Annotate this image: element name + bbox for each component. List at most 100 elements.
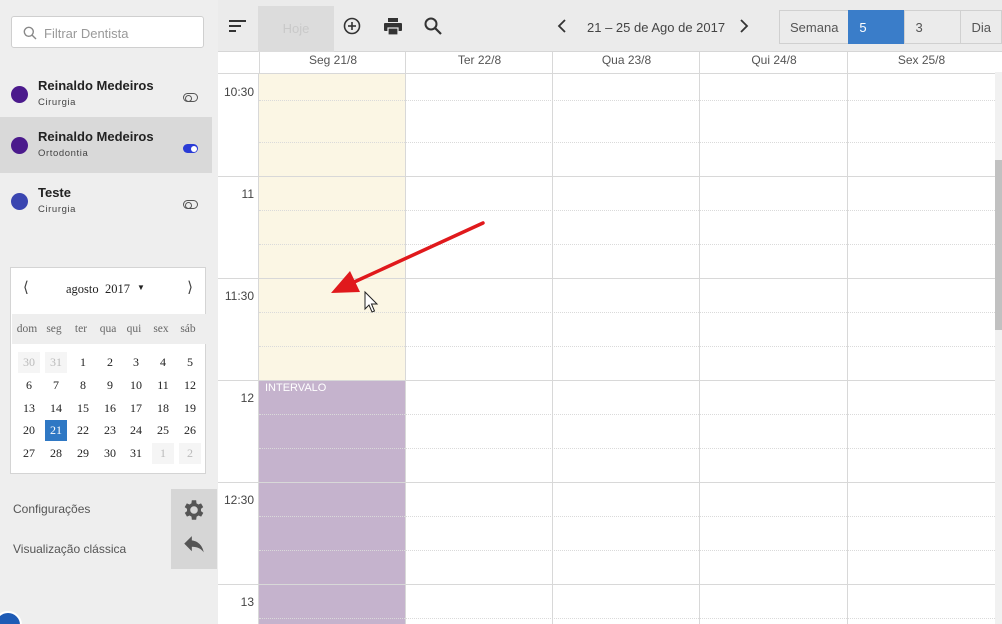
grid-line — [259, 618, 995, 619]
dentist-item[interactable]: Reinaldo Medeiros Cirurgia — [0, 66, 212, 122]
mini-calendar-day[interactable]: 5 — [179, 352, 201, 373]
dentist-specialty: Cirurgia — [38, 204, 77, 215]
mini-calendar-day[interactable]: 2 — [99, 352, 121, 373]
dentist-toggle[interactable] — [183, 93, 198, 102]
add-appointment-button[interactable] — [332, 6, 372, 46]
grid-line — [218, 380, 995, 381]
mini-calendar-day[interactable]: 3 — [125, 352, 147, 373]
today-button[interactable]: Hoje — [258, 6, 334, 52]
mini-calendar-day[interactable]: 28 — [45, 443, 67, 464]
classic-view-link[interactable]: Visualização clássica — [13, 542, 126, 556]
app-window: Reinaldo Medeiros Cirurgia Reinaldo Mede… — [0, 0, 1002, 624]
weekday-label: dom — [16, 323, 38, 335]
mini-calendar-day[interactable]: 2 — [179, 443, 201, 464]
mini-calendar-day[interactable]: 24 — [125, 420, 147, 441]
mini-calendar-day[interactable]: 1 — [152, 443, 174, 464]
mini-calendar-day[interactable]: 10 — [125, 375, 147, 396]
dentist-toggle[interactable] — [183, 200, 198, 209]
print-button[interactable] — [373, 6, 413, 46]
search-button[interactable] — [413, 6, 453, 46]
weekday-label: ter — [74, 323, 88, 335]
mini-calendar-day[interactable]: 21 — [45, 420, 67, 441]
help-badge[interactable] — [0, 611, 22, 624]
mini-calendar-day[interactable]: 30 — [18, 352, 40, 373]
dentist-specialty: Cirurgia — [38, 97, 77, 108]
mini-calendar-month[interactable]: agosto — [66, 282, 99, 297]
grid-line — [259, 516, 995, 517]
dentist-filter-input[interactable] — [44, 22, 194, 44]
day-header[interactable]: Ter 22/8 — [405, 52, 553, 74]
mini-calendar-day[interactable]: 19 — [179, 398, 201, 419]
event-title: INTERVALO — [265, 382, 327, 394]
mini-calendar-day[interactable]: 31 — [125, 443, 147, 464]
day-header[interactable]: Seg 21/8 — [259, 52, 406, 74]
column-divider — [699, 74, 700, 624]
view-3days-button[interactable]: 3 Dias — [904, 10, 962, 69]
search-box[interactable] — [11, 16, 204, 48]
mini-calendar-day[interactable]: 22 — [72, 420, 94, 441]
weekday-label: qui — [126, 323, 142, 335]
dentist-item[interactable]: Teste Cirurgia — [0, 173, 212, 229]
caret-down-icon[interactable]: ▼ — [137, 283, 145, 292]
mini-calendar-day[interactable]: 15 — [72, 398, 94, 419]
day-header[interactable]: Qui 24/8 — [699, 52, 848, 74]
calendar-event[interactable]: INTERVALO — [259, 380, 406, 624]
chevron-left-icon[interactable]: ⟨ — [23, 278, 29, 297]
chevron-right-icon[interactable] — [734, 14, 754, 38]
mini-calendar-day[interactable]: 18 — [152, 398, 174, 419]
grid-line — [259, 550, 995, 551]
view-week-button[interactable]: Semana — [779, 10, 850, 44]
mini-calendar-day[interactable]: 6 — [18, 375, 40, 396]
mini-calendar-day[interactable]: 1 — [72, 352, 94, 373]
time-label: 11 — [241, 187, 254, 201]
date-range-label: 21 – 25 de Ago de 2017 — [587, 20, 726, 35]
day-header[interactable]: Sex 25/8 — [847, 52, 995, 74]
time-label: 11:30 — [224, 289, 254, 303]
weekday-label: sáb — [180, 323, 196, 335]
mini-calendar-day[interactable]: 25 — [152, 420, 174, 441]
mini-calendar-day[interactable]: 7 — [45, 375, 67, 396]
mini-calendar-day[interactable]: 13 — [18, 398, 40, 419]
mini-calendar-day[interactable]: 11 — [152, 375, 174, 396]
undo-icon[interactable] — [181, 535, 207, 561]
mini-calendar-day[interactable]: 17 — [125, 398, 147, 419]
time-label: 10:30 — [223, 85, 254, 99]
grid-line — [218, 584, 995, 585]
mini-calendar-day[interactable]: 14 — [45, 398, 67, 419]
mini-calendar-day[interactable]: 4 — [152, 352, 174, 373]
menu-button[interactable] — [218, 6, 258, 46]
column-divider — [405, 74, 406, 624]
scrollbar-thumb[interactable] — [995, 160, 1002, 330]
mini-calendar-day[interactable]: 12 — [179, 375, 201, 396]
view-switcher: Semana 5 Dias 3 Dias Dia — [779, 10, 1002, 69]
dentist-toggle[interactable] — [183, 144, 198, 153]
mini-calendar-day[interactable]: 30 — [99, 443, 121, 464]
sidebar: Reinaldo Medeiros Cirurgia Reinaldo Mede… — [0, 0, 218, 624]
mini-calendar-day[interactable]: 31 — [45, 352, 67, 373]
search-icon — [23, 26, 37, 40]
calendar-grid: INTERVALO Seg 21/8 Ter 22/8 Qua 23/8 Qui… — [218, 52, 995, 624]
day-header[interactable]: Qua 23/8 — [552, 52, 700, 74]
dentist-item[interactable]: Reinaldo Medeiros Ortodontia — [0, 117, 212, 173]
current-day-highlight[interactable] — [259, 74, 405, 380]
view-5days-button[interactable]: 5 Dias — [848, 10, 906, 69]
mini-calendar-day[interactable]: 8 — [72, 375, 94, 396]
chevron-left-icon[interactable] — [552, 14, 572, 38]
view-day-button[interactable]: Dia — [960, 10, 1002, 44]
mini-calendar-day[interactable]: 26 — [179, 420, 201, 441]
gear-icon[interactable] — [181, 497, 207, 523]
mini-calendar-day[interactable]: 9 — [99, 375, 121, 396]
mini-calendar-day[interactable]: 20 — [18, 420, 40, 441]
weekday-label: qua — [99, 323, 117, 335]
weekday-label: seg — [46, 323, 62, 335]
mini-calendar-day[interactable]: 29 — [72, 443, 94, 464]
dentist-color-dot — [11, 137, 28, 154]
chevron-right-icon[interactable]: ⟩ — [187, 278, 193, 297]
settings-link[interactable]: Configurações — [13, 502, 90, 516]
scrollbar[interactable] — [995, 72, 1002, 624]
grid-line — [259, 142, 995, 143]
mini-calendar-year[interactable]: 2017 — [105, 282, 130, 297]
mini-calendar-day[interactable]: 16 — [99, 398, 121, 419]
mini-calendar-day[interactable]: 23 — [99, 420, 121, 441]
mini-calendar-day[interactable]: 27 — [18, 443, 40, 464]
